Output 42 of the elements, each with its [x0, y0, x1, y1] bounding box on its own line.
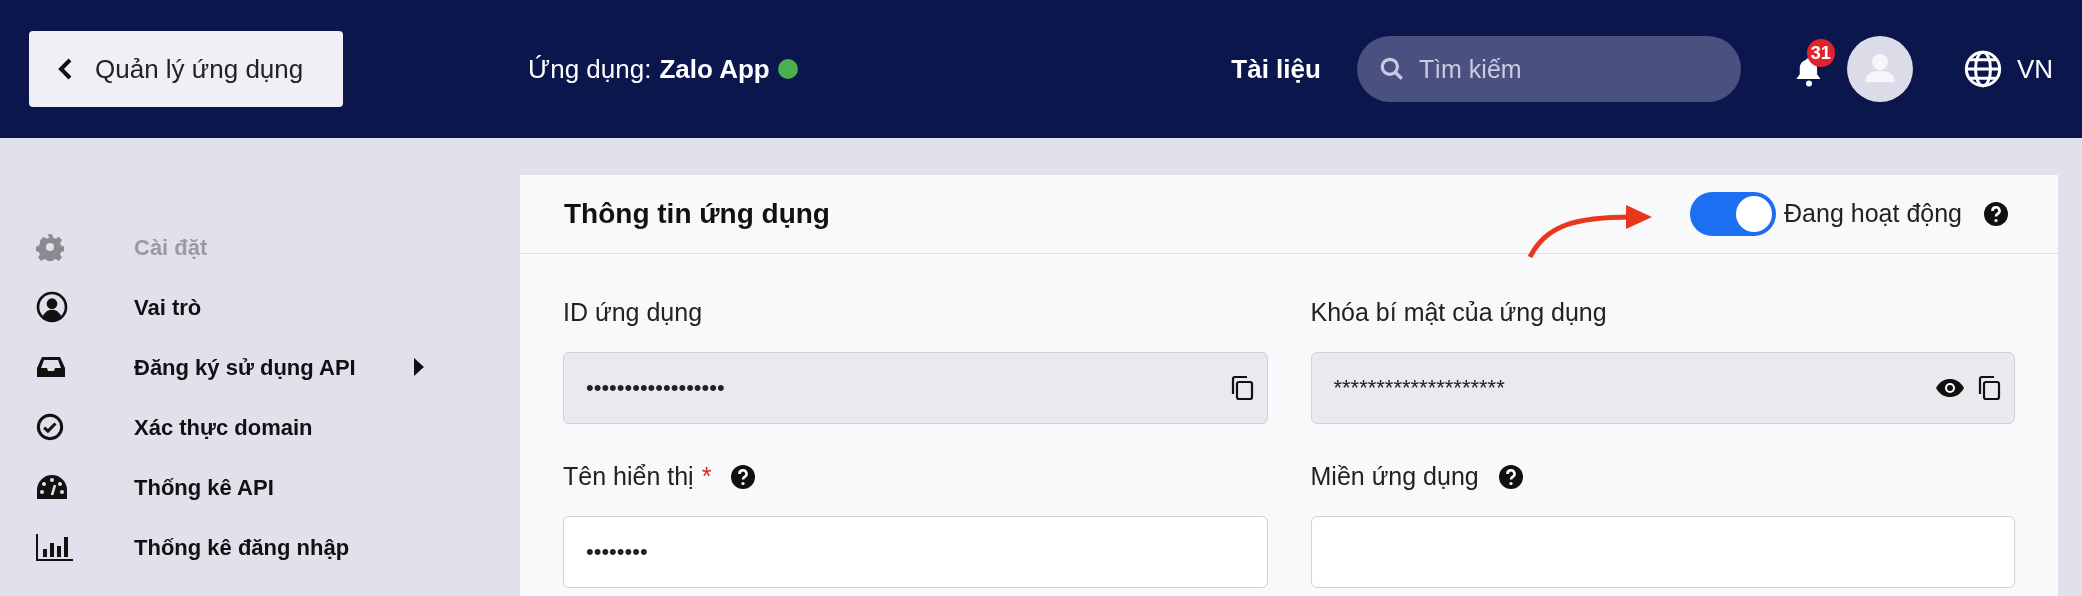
eye-icon[interactable]	[1935, 378, 1965, 398]
input-field[interactable]: ••••••••••••••••••	[563, 352, 1268, 424]
field-label: Tên hiển thị	[563, 461, 694, 493]
app-name: Zalo App	[659, 52, 770, 86]
sidebar-heading: Cài đặt	[134, 233, 208, 262]
back-button[interactable]: Quản lý ứng dụng	[29, 31, 343, 107]
back-chevron-icon	[57, 57, 73, 81]
required-mark: *	[701, 461, 712, 493]
help-icon[interactable]	[731, 465, 756, 489]
search-icon	[1378, 56, 1405, 82]
gauge-icon	[36, 473, 68, 501]
search-field[interactable]: Tìm kiếm	[1356, 36, 1741, 102]
input-field[interactable]	[1310, 516, 2015, 588]
submenu-arrow-icon[interactable]	[414, 358, 424, 376]
docs-link[interactable]: Tài liệu	[1231, 49, 1321, 89]
sidebar-item[interactable]: Đăng ký sử dụng API	[134, 350, 356, 384]
notification-badge: 31	[1806, 39, 1835, 67]
gear-icon	[36, 233, 64, 261]
copy-icon[interactable]	[1977, 375, 2001, 401]
field-label: Khóa bí mật của ứng dụng	[1310, 297, 1607, 329]
check-circle-icon	[36, 413, 64, 441]
inbox-icon	[36, 355, 66, 379]
sidebar-item[interactable]: Xác thực domain	[134, 410, 313, 444]
field-label: Miền ứng dụng	[1310, 461, 1479, 493]
copy-icon[interactable]	[1229, 375, 1254, 401]
field-label: ID ứng dụng	[563, 297, 703, 329]
sidebar-item[interactable]: Vai trò	[134, 290, 202, 324]
bar-chart-icon	[36, 533, 74, 561]
app-label: Ứng dụng:	[528, 52, 652, 86]
language-label[interactable]: VN	[2016, 49, 2053, 89]
status-toggle[interactable]	[1690, 192, 1777, 236]
avatar-icon[interactable]	[1846, 36, 1913, 102]
input-field[interactable]: ********************	[1310, 352, 2015, 424]
card-title: Thông tin ứng dụng	[564, 197, 830, 231]
sidebar-item[interactable]: Thống kê API	[134, 470, 274, 504]
help-icon[interactable]	[1984, 202, 2008, 226]
user-circle-icon	[36, 291, 68, 323]
sidebar-item[interactable]: Thống kê đăng nhập	[134, 530, 350, 564]
globe-icon[interactable]	[1962, 49, 2003, 89]
help-icon[interactable]	[1498, 465, 1523, 489]
status-label: Đang hoạt động	[1784, 198, 1962, 230]
input-field[interactable]: ••••••••	[563, 516, 1268, 588]
